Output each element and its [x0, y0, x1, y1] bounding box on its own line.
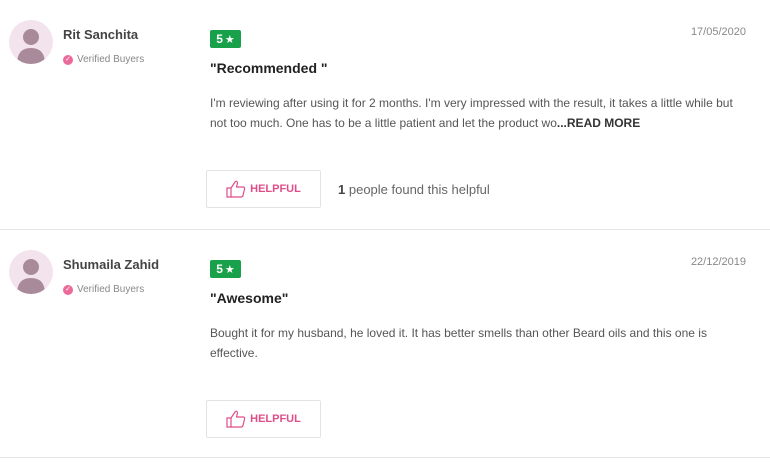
read-more-link[interactable]: ...READ MORE [557, 116, 640, 130]
reviewer-name: Rit Sanchita [63, 27, 139, 42]
review-text: Bought it for my husband, he loved it. I… [210, 326, 707, 360]
rating-badge: 5 ★ [210, 30, 241, 48]
verified-badge: ✓ Verified Buyers [63, 54, 144, 65]
review-card: Shumaila Zahid ✓ Verified Buyers 5 ★ 22/… [0, 230, 770, 458]
helpful-button[interactable]: HELPFUL [206, 170, 321, 208]
reviewer-name: Shumaila Zahid [63, 257, 160, 272]
helpful-count: 1 people found this helpful [338, 182, 490, 197]
user-avatar-icon [9, 20, 53, 64]
review-title: "Awesome" [210, 290, 289, 306]
star-icon: ★ [224, 263, 235, 276]
thumbs-up-icon [226, 180, 246, 198]
helpful-label: HELPFUL [250, 413, 301, 425]
rating-badge: 5 ★ [210, 260, 241, 278]
check-circle-icon: ✓ [63, 284, 73, 295]
star-icon: ★ [224, 33, 235, 46]
verified-label: Verified Buyers [77, 54, 145, 65]
thumbs-up-icon [226, 410, 246, 428]
helpful-count-text: people found this helpful [348, 182, 490, 197]
review-date: 22/12/2019 [690, 256, 746, 268]
helpful-button[interactable]: HELPFUL [206, 400, 321, 438]
rating-value: 5 [216, 32, 223, 46]
helpful-count-number: 1 [338, 182, 346, 197]
review-text: I'm reviewing after using it for 2 month… [210, 96, 733, 130]
user-avatar-icon [9, 250, 53, 294]
check-circle-icon: ✓ [63, 54, 73, 65]
verified-badge: ✓ Verified Buyers [63, 284, 144, 295]
review-body: Bought it for my husband, he loved it. I… [210, 323, 740, 363]
rating-value: 5 [216, 262, 223, 276]
verified-label: Verified Buyers [77, 284, 145, 295]
review-date: 17/05/2020 [690, 26, 746, 38]
review-card: Rit Sanchita ✓ Verified Buyers 5 ★ 17/05… [0, 0, 770, 230]
helpful-label: HELPFUL [250, 183, 301, 195]
review-body: I'm reviewing after using it for 2 month… [210, 93, 740, 133]
review-title: "Recommended " [210, 60, 328, 76]
